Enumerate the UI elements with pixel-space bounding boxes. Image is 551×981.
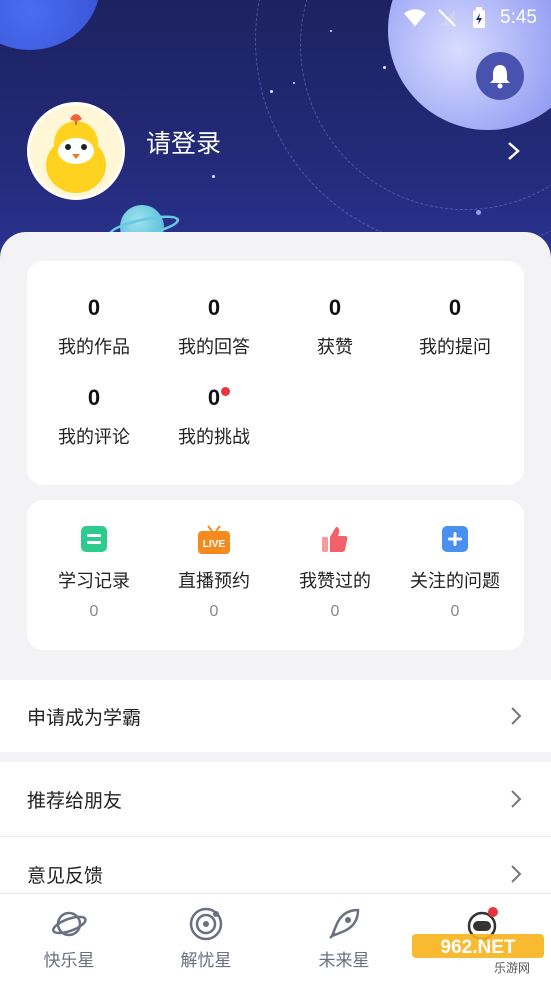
stats-card: 0 我的作品 0 我的回答 0 获赞 0 我的提问 0 我的评论 0 我的挑战: [27, 261, 524, 485]
status-bar: 5:45: [404, 0, 551, 36]
nav-worry-free-star[interactable]: 解忧星: [151, 906, 261, 971]
tool-live-booking[interactable]: LIVE 直播预约 0: [154, 525, 274, 621]
menu-feedback[interactable]: 意见反馈: [0, 837, 551, 893]
stat-count: 0: [328, 295, 342, 320]
notification-button[interactable]: [476, 52, 524, 100]
tool-liked[interactable]: 我赞过的 0: [275, 525, 395, 621]
nav-happy-star[interactable]: 快乐星: [14, 906, 124, 971]
wifi-icon: [404, 8, 427, 28]
tool-label: 学习记录: [58, 571, 130, 592]
login-prompt[interactable]: 请登录: [146, 124, 221, 160]
note-icon: [80, 525, 108, 553]
menu-apply-top-student[interactable]: 申请成为学霸: [0, 680, 551, 752]
planet-decoration: [0, 0, 100, 50]
stat-label: 我的作品: [58, 337, 130, 358]
plus-square-icon: [441, 525, 469, 553]
menu-recommend-friends[interactable]: 推荐给朋友: [0, 762, 551, 836]
battery-charging-icon: [468, 7, 490, 28]
tools-card: 学习记录 0 LIVE 直播预约 0 我赞过的 0 关注的问题 0: [27, 500, 524, 650]
bell-icon: [490, 65, 510, 89]
star-decoration: [330, 30, 332, 32]
watermark-sub: 乐游网: [494, 961, 530, 974]
stat-count: 0: [207, 295, 221, 320]
stat-questions[interactable]: 0 我的提问: [395, 295, 515, 359]
chevron-right-icon: [509, 788, 523, 810]
stat-label: 我的回答: [178, 337, 250, 358]
stat-answers[interactable]: 0 我的回答: [154, 295, 274, 359]
tool-label: 关注的问题: [410, 571, 500, 592]
avatar[interactable]: [27, 102, 125, 200]
stat-count: 0: [448, 295, 462, 320]
stat-count: 0: [87, 385, 101, 410]
menu-label: 推荐给朋友: [27, 789, 123, 812]
galaxy-icon: [188, 906, 224, 942]
tool-count: 0: [89, 603, 99, 620]
tool-label: 直播预约: [178, 571, 250, 592]
thumbs-up-icon: [321, 525, 349, 553]
notification-dot: [221, 387, 230, 396]
stat-comments[interactable]: 0 我的评论: [34, 385, 154, 449]
star-decoration: [270, 90, 273, 93]
star-decoration: [293, 82, 295, 84]
stat-works[interactable]: 0 我的作品: [34, 295, 154, 359]
nav-label: 未来星: [318, 951, 370, 971]
chick-mascot-icon: [30, 105, 122, 197]
star-decoration: [476, 210, 481, 215]
chevron-right-icon[interactable]: [503, 140, 523, 162]
menu-label: 意见反馈: [27, 865, 104, 887]
menu-label: 申请成为学霸: [27, 706, 142, 729]
rocket-icon: [326, 906, 362, 942]
stat-label: 我的挑战: [178, 427, 250, 448]
no-signal-icon: [436, 8, 458, 28]
stat-label: 我的提问: [419, 337, 491, 358]
tool-label: 我赞过的: [299, 571, 371, 592]
watermark-main: 962.NET: [441, 937, 516, 958]
watermark-logo: 962.NET 乐游网: [412, 926, 544, 975]
nav-label: 解忧星: [180, 951, 232, 971]
nav-future-star[interactable]: 未来星: [289, 906, 399, 971]
tool-followed-questions[interactable]: 关注的问题 0: [395, 525, 515, 621]
stat-challenges[interactable]: 0 我的挑战: [154, 385, 274, 449]
live-badge-text: LIVE: [203, 539, 226, 550]
stat-label: 我的评论: [58, 427, 130, 448]
stat-count: 0: [87, 295, 101, 320]
stat-label: 获赞: [317, 337, 353, 358]
live-tv-icon: LIVE: [197, 525, 231, 554]
stat-likes[interactable]: 0 获赞: [275, 295, 395, 359]
tool-count: 0: [209, 603, 219, 620]
planet-icon: [51, 906, 87, 942]
tool-count: 0: [450, 603, 460, 620]
star-decoration: [212, 175, 215, 178]
chevron-right-icon: [509, 705, 523, 727]
status-time: 5:45: [500, 7, 537, 28]
tool-study-record[interactable]: 学习记录 0: [34, 525, 154, 621]
nav-label: 快乐星: [43, 951, 95, 971]
star-decoration: [383, 66, 386, 69]
tool-count: 0: [330, 603, 340, 620]
stat-count: 0: [207, 385, 221, 410]
chevron-right-icon: [509, 863, 523, 885]
